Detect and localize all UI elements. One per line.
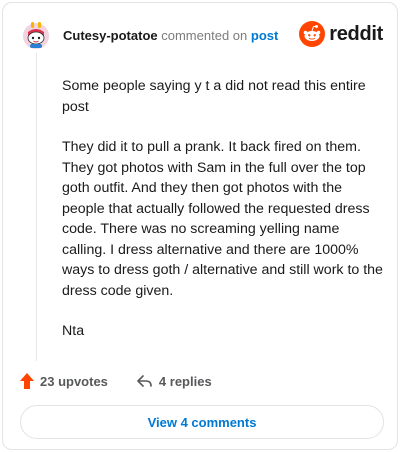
reddit-logo[interactable]: reddit [299, 21, 383, 47]
comment-body: Some people saying y t a did not read th… [62, 76, 384, 362]
reply-arrow-icon [136, 373, 159, 389]
comment-card: Cutesy-potatoe commented on post reddit [2, 2, 398, 450]
snoo-avatar-icon[interactable] [21, 20, 51, 50]
post-link[interactable]: post [251, 28, 278, 43]
replies-count: 4 replies [158, 373, 212, 389]
replies-stat[interactable]: 4 replies [136, 373, 212, 389]
thread-line [36, 53, 37, 361]
comment-paragraph: Nta [62, 323, 85, 339]
upvotes-count: 23 upvotes [40, 373, 108, 389]
author-username[interactable]: Cutesy-potatoe [63, 28, 158, 43]
comment-paragraph: They did it to pull a prank. It back fir… [62, 139, 383, 299]
upvotes-stat[interactable]: 23 upvotes [19, 372, 108, 390]
reddit-snoo-icon [299, 21, 326, 47]
comment-paragraph: Some people saying y t a did not read th… [62, 78, 366, 115]
view-comments-button[interactable]: View 4 comments [20, 405, 384, 439]
reddit-wordmark: reddit [329, 22, 383, 45]
comment-attribution: Cutesy-potatoe commented on post [63, 28, 278, 44]
comment-header: Cutesy-potatoe commented on post reddit [21, 18, 383, 52]
comment-stats: 23 upvotes 4 replies [19, 369, 212, 393]
upvote-arrow-icon[interactable] [19, 372, 40, 390]
attribution-action-text: commented on [161, 28, 248, 43]
